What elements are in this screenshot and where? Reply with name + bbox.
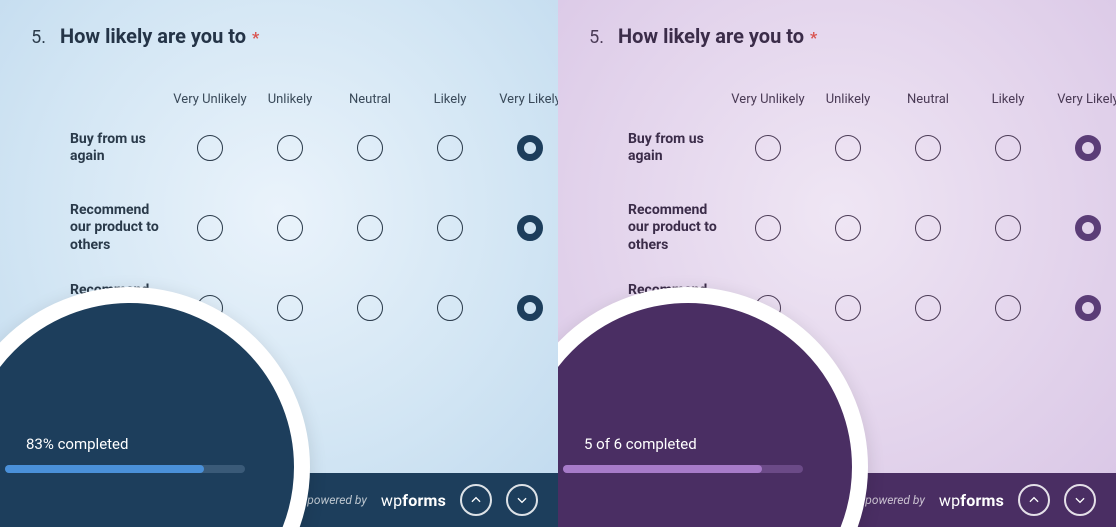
likert-row: Recommend our product to others bbox=[628, 188, 1078, 268]
chevron-down-icon bbox=[1073, 493, 1087, 507]
radio-likely[interactable] bbox=[995, 215, 1021, 241]
radio-neutral[interactable] bbox=[915, 135, 941, 161]
radio-likely[interactable] bbox=[995, 135, 1021, 161]
progress-bar bbox=[5, 465, 245, 473]
scale-header: Neutral bbox=[888, 92, 968, 108]
question-header: 5. How likely are you to * bbox=[582, 24, 1078, 48]
brand-wpforms: wpforms bbox=[939, 491, 1004, 510]
progress-label: 83% completed bbox=[26, 435, 128, 453]
required-mark: * bbox=[810, 28, 817, 47]
row-label: Buy from us again bbox=[628, 131, 728, 166]
radio-very-likely[interactable] bbox=[1075, 135, 1101, 161]
radio-neutral[interactable] bbox=[357, 215, 383, 241]
radio-unlikely[interactable] bbox=[835, 215, 861, 241]
scale-header: Unlikely bbox=[808, 92, 888, 108]
powered-by-label: powered by bbox=[865, 493, 925, 507]
radio-very-likely[interactable] bbox=[517, 135, 543, 161]
progress-label: 5 of 6 completed bbox=[584, 435, 697, 453]
scale-header: Very Unlikely bbox=[170, 92, 250, 108]
scale-header: Very Unlikely bbox=[728, 92, 808, 108]
radio-likely[interactable] bbox=[995, 295, 1021, 321]
scale-header: Likely bbox=[410, 92, 490, 108]
progress-bar bbox=[563, 465, 803, 473]
radio-likely[interactable] bbox=[437, 135, 463, 161]
scale-header: Very Likely bbox=[1048, 92, 1116, 108]
progress-fill bbox=[5, 465, 204, 473]
prev-button[interactable] bbox=[1018, 484, 1050, 516]
radio-very-unlikely[interactable] bbox=[755, 135, 781, 161]
radio-very-likely[interactable] bbox=[517, 215, 543, 241]
likert-header-row: Very Unlikely Unlikely Neutral Likely Ve… bbox=[70, 62, 520, 108]
required-mark: * bbox=[252, 28, 259, 47]
next-button[interactable] bbox=[1064, 484, 1096, 516]
question-title: How likely are you to * bbox=[60, 24, 259, 48]
radio-unlikely[interactable] bbox=[835, 135, 861, 161]
scale-header: Unlikely bbox=[250, 92, 330, 108]
radio-neutral[interactable] bbox=[357, 135, 383, 161]
progress-fill bbox=[563, 465, 762, 473]
radio-neutral[interactable] bbox=[915, 215, 941, 241]
powered-by-label: powered by bbox=[307, 493, 367, 507]
scale-header: Very Likely bbox=[490, 92, 558, 108]
prev-button[interactable] bbox=[460, 484, 492, 516]
radio-unlikely[interactable] bbox=[277, 295, 303, 321]
next-button[interactable] bbox=[506, 484, 538, 516]
radio-unlikely[interactable] bbox=[277, 135, 303, 161]
radio-very-likely[interactable] bbox=[1075, 215, 1101, 241]
form-panel-blue: 5. How likely are you to * Very Unlikely… bbox=[0, 0, 558, 527]
likert-row: Buy from us again bbox=[70, 108, 520, 188]
row-label: Recommend our product to others bbox=[70, 202, 170, 255]
form-panel-purple: 5. How likely are you to * Very Unlikely… bbox=[558, 0, 1116, 527]
scale-header: Neutral bbox=[330, 92, 410, 108]
radio-likely[interactable] bbox=[437, 215, 463, 241]
question-text: How likely are you to bbox=[60, 24, 246, 48]
radio-unlikely[interactable] bbox=[277, 215, 303, 241]
brand-wpforms: wpforms bbox=[381, 491, 446, 510]
radio-neutral[interactable] bbox=[915, 295, 941, 321]
row-label: Buy from us again bbox=[70, 131, 170, 166]
radio-very-likely[interactable] bbox=[517, 295, 543, 321]
likert-row: Recommend our product to others bbox=[70, 188, 520, 268]
radio-very-unlikely[interactable] bbox=[755, 215, 781, 241]
chevron-up-icon bbox=[1027, 493, 1041, 507]
radio-very-unlikely[interactable] bbox=[197, 215, 223, 241]
chevron-up-icon bbox=[469, 493, 483, 507]
radio-very-likely[interactable] bbox=[1075, 295, 1101, 321]
likert-row: Buy from us again bbox=[628, 108, 1078, 188]
question-number: 5. bbox=[24, 27, 46, 48]
chevron-down-icon bbox=[515, 493, 529, 507]
radio-neutral[interactable] bbox=[357, 295, 383, 321]
question-text: How likely are you to bbox=[618, 24, 804, 48]
question-title: How likely are you to * bbox=[618, 24, 817, 48]
question-header: 5. How likely are you to * bbox=[24, 24, 520, 48]
row-label: Recommend our product to others bbox=[628, 202, 728, 255]
scale-header: Likely bbox=[968, 92, 1048, 108]
radio-very-unlikely[interactable] bbox=[197, 135, 223, 161]
radio-likely[interactable] bbox=[437, 295, 463, 321]
question-number: 5. bbox=[582, 27, 604, 48]
radio-unlikely[interactable] bbox=[835, 295, 861, 321]
likert-header-row: Very Unlikely Unlikely Neutral Likely Ve… bbox=[628, 62, 1078, 108]
